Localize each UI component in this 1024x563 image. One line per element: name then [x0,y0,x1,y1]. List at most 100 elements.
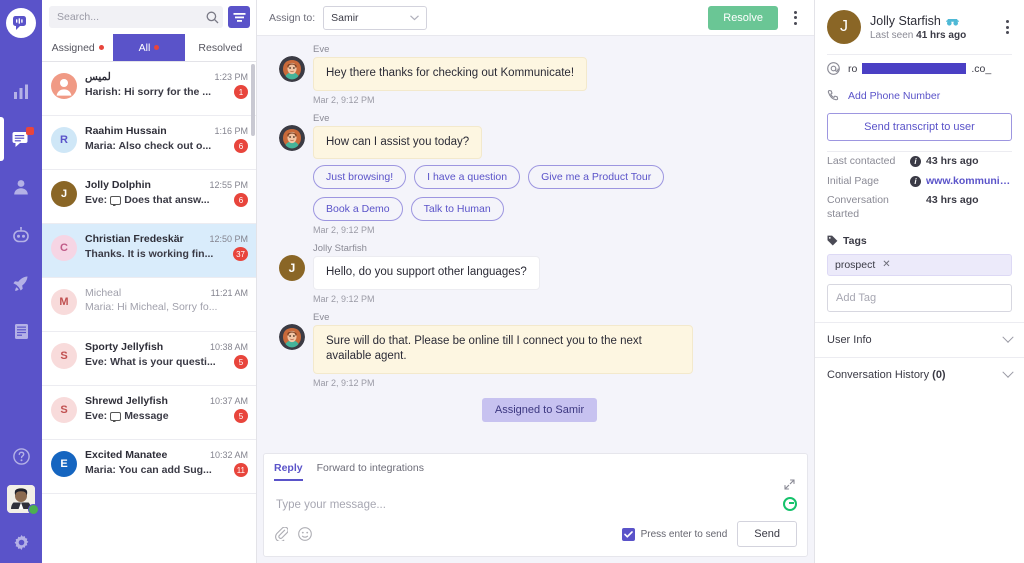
tab-forward-to-integrations[interactable]: Forward to integrations [317,462,424,481]
message-thread[interactable]: Eve Hey there thanks for checking out Kom… [257,36,814,453]
conversation-list-item[interactable]: لميس 1:23 PM Harish: Hi sorry for the ... 1 [42,62,256,116]
sidebar-item-conversations[interactable] [0,117,42,161]
quick-reply-button[interactable]: I have a question [414,165,521,190]
message-preview: Maria: Also check out o... [85,140,211,152]
chevron-down-icon [1002,331,1014,343]
gear-icon[interactable] [0,529,42,555]
assignee-select[interactable]: Samir [323,5,428,30]
sidebar-item-users[interactable] [0,174,42,200]
tab-resolved[interactable]: Resolved [184,34,256,61]
message-sender: Eve [313,311,330,323]
tab-reply[interactable]: Reply [274,462,303,481]
meta-key: Last contacted [827,155,896,167]
send-transcript-button[interactable]: Send transcript to user [827,113,1012,141]
quick-reply-button[interactable]: Talk to Human [410,197,504,222]
email-suffix: .co_ [971,62,992,75]
conversation-body: لميس 1:23 PM Harish: Hi sorry for the ... 1 [85,71,248,99]
assign-to-label: Assign to: [269,11,316,24]
message-timestamp: Mar 2, 9:12 PM [313,293,375,304]
emoji-icon[interactable] [298,527,312,541]
avatar: S [51,343,77,369]
preview-text: Maria: You can add Sug... [85,464,212,476]
avatar [279,56,305,82]
email-redaction [862,63,967,74]
sidebar-item-knowledge-base[interactable] [0,318,42,344]
tab-all-dot [154,45,160,50]
quick-reply-button[interactable]: Book a Demo [313,197,403,222]
message-preview: Thanks. It is working fin... [85,248,213,260]
conversation-bottom-row: Maria: Hi Micheal, Sorry fo... [85,301,248,313]
message-sender: Eve [313,112,330,124]
tab-assigned-label: Assigned [51,41,95,54]
conversation-list-item[interactable]: R Raahim Hussain 1:16 PM Maria: Also check … [42,116,256,170]
chat-more-icon[interactable] [786,8,804,28]
conversation-list[interactable]: لميس 1:23 PM Harish: Hi sorry for the ... 1… [42,62,256,563]
conversation-body: Shrewd Jellyfish 10:37 AM Eve: Message 5 [85,395,248,423]
tab-assigned-dot [98,45,104,50]
contact-name: Sporty Jellyfish [85,341,164,353]
conversation-list-item[interactable]: S Shrewd Jellyfish 10:37 AM Eve: Message 5 [42,386,256,440]
message-body: Jolly Starfish Hello, do you support othe… [313,243,540,290]
send-button[interactable]: Send [737,521,797,547]
remove-tag-icon[interactable]: ✕ [882,259,890,270]
message-input[interactable] [276,499,795,511]
phone-row[interactable]: Add Phone Number [815,82,1024,109]
meta-value[interactable]: www.kommunicate.i... [926,175,1012,187]
conversation-list-item[interactable]: J Jolly Dolphin 12:55 PM Eve: Does that answ… [42,170,256,224]
conversation-list-item[interactable]: E Excited Manatee 10:32 AM Maria: You can a… [42,440,256,494]
sidebar-item-dashboard[interactable] [0,78,42,104]
conversation-list-item[interactable]: C Christian Fredeskär 12:50 PM Thanks. It i… [42,224,256,278]
help-icon[interactable] [0,443,42,469]
add-phone-number-link[interactable]: Add Phone Number [848,90,940,102]
search-icon[interactable] [206,11,219,24]
avatar: E [51,451,77,477]
info-icon[interactable]: i [910,156,921,167]
account-avatar[interactable] [7,485,39,515]
conversation-list-item[interactable]: M Micheal 11:21 AM Maria: Hi Micheal, Sorry… [42,278,256,332]
search-box[interactable] [49,6,223,28]
tab-all[interactable]: All [113,34,185,61]
accordion-conversation-history[interactable]: Conversation History (0) [815,356,1024,392]
contact-details-panel: J Jolly Starfish Last seen 41 hrs ago ro… [815,0,1024,563]
chevron-down-icon [410,14,420,20]
contact-name: Shrewd Jellyfish [85,395,168,407]
resolve-button[interactable]: Resolve [708,5,778,30]
paperclip-icon[interactable] [275,527,288,541]
contact-more-icon[interactable] [998,17,1016,37]
book-icon [14,323,28,339]
email-prefix: ro [848,62,858,75]
unread-badge: 1 [234,85,248,99]
quick-reply-button[interactable]: Just browsing! [313,165,407,190]
app-root: Assigned All Resolved لميس1:23 PMHarish:… [0,0,1024,563]
press-enter-to-send-row[interactable]: Press enter to send [621,527,727,541]
filter-button[interactable] [228,6,250,28]
contact-avatar: J [827,10,861,44]
search-input[interactable] [57,11,206,23]
grammarly-icon[interactable] [783,497,797,511]
quick-reply-button[interactable]: Give me a Product Tour [528,165,665,190]
press-enter-checkbox[interactable] [621,527,635,541]
sidebar-item-integrations[interactable] [0,270,42,296]
add-tag-input[interactable]: Add Tag [827,283,1012,312]
conversation-list-scrollbar[interactable] [251,64,255,136]
tag-chip[interactable]: prospect ✕ [827,253,1012,276]
meta-key: Initial Page [827,174,879,187]
timestamp: 12:55 PM [209,180,248,190]
message-timestamp: Mar 2, 9:12 PM [313,377,375,388]
message-preview: Eve: Does that answ... [85,194,210,206]
preview-prefix: Eve: [85,410,108,422]
left-nav-rail [0,0,42,563]
conversation-body: Raahim Hussain 1:16 PM Maria: Also check o… [85,125,248,153]
accordion-user-info[interactable]: User Info [815,321,1024,357]
tab-assigned[interactable]: Assigned [42,34,114,61]
preview-text: Message [124,410,169,422]
conversation-bottom-row: Thanks. It is working fin... 37 [85,247,248,261]
conversation-body: Sporty Jellyfish 10:38 AM Eve: What is you… [85,341,248,369]
tab-resolved-label: Resolved [198,41,243,54]
rail-items [0,78,42,344]
conversation-list-item[interactable]: S Sporty Jellyfish 10:38 AM Eve: What is yo… [42,332,256,386]
conversation-bottom-row: Harish: Hi sorry for the ... 1 [85,85,248,99]
expand-icon[interactable] [784,477,795,495]
info-icon[interactable]: i [910,175,921,187]
sidebar-item-bots[interactable] [0,222,42,248]
